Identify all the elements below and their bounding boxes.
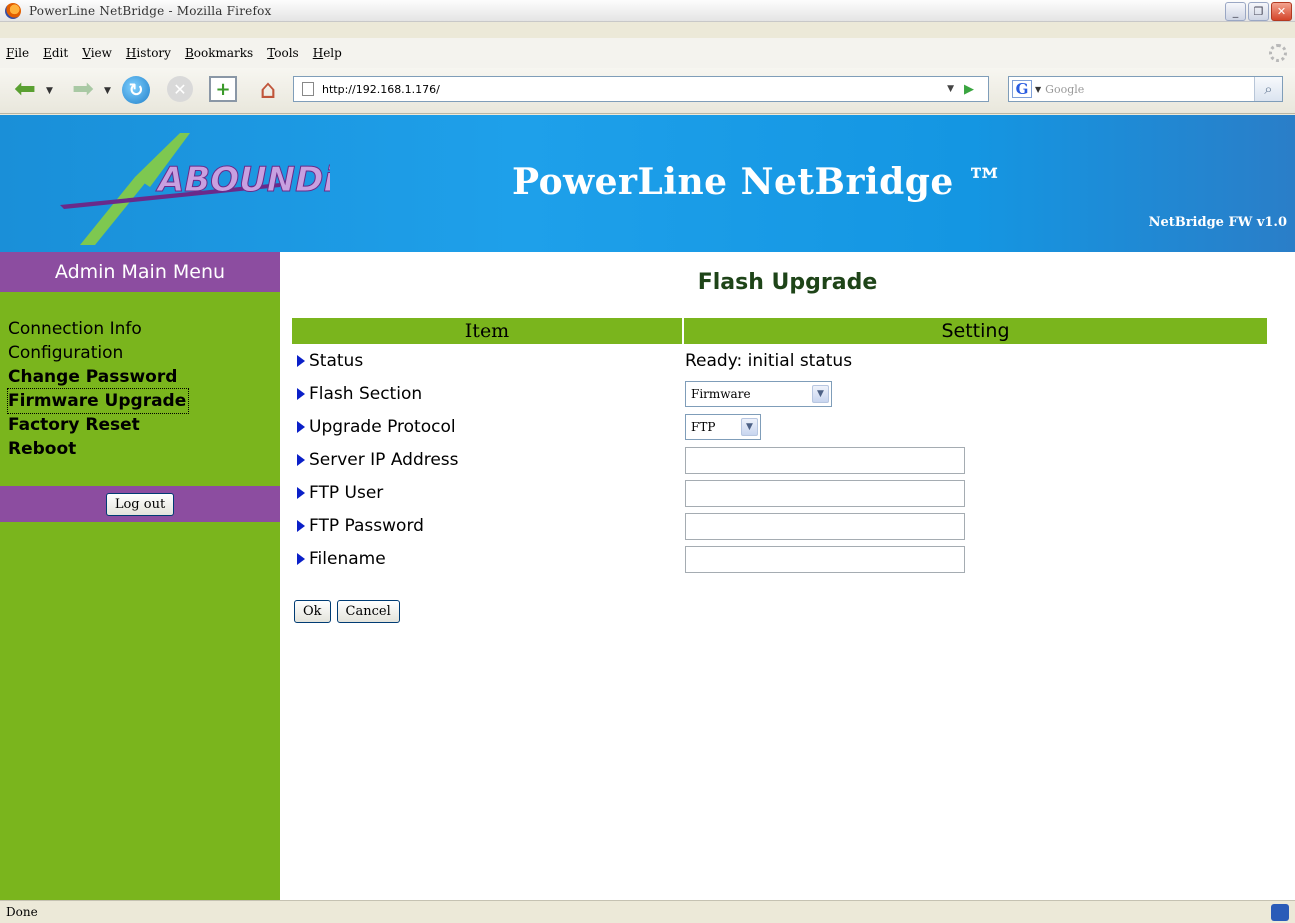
chevron-down-icon[interactable]: ▼ [812,385,829,403]
menu-bookmarks[interactable]: Bookmarks [185,46,253,60]
row-label-filename: Filename [309,549,386,569]
column-header-setting: Setting [684,318,1267,344]
table-header: Item Setting [292,318,1267,344]
column-header-item: Item [292,318,682,344]
window-title: PowerLine NetBridge - Mozilla Firefox [29,3,272,18]
back-dropdown-icon[interactable]: ▼ [46,86,53,96]
ftp-password-input[interactable] [685,513,965,540]
server-ip-input[interactable] [685,447,965,474]
page-banner: ABOUNDi PowerLine NetBridge ™ NetBridge … [0,115,1295,252]
window-controls: _ ❐ ✕ [1225,2,1292,21]
table-row: Upgrade Protocol FTP ▼ [295,414,1275,447]
throbber-icon [1269,44,1287,62]
bullet-arrow-icon [297,421,305,433]
bullet-arrow-icon [297,454,305,466]
page-title: Flash Upgrade [697,270,878,295]
menu-tools[interactable]: Tools [267,46,299,60]
home-icon[interactable]: ⌂ [253,75,283,105]
sidebar-item-factory-reset[interactable]: Factory Reset [8,413,188,437]
flash-section-value: Firmware [691,387,751,401]
admin-sidebar: Admin Main Menu Connection Info Configur… [0,252,280,900]
upgrade-protocol-select[interactable]: FTP ▼ [685,414,761,440]
sidebar-item-change-password[interactable]: Change Password [8,365,188,389]
minimize-button[interactable]: _ [1225,2,1246,21]
menu-help[interactable]: Help [313,46,342,60]
go-icon[interactable]: ▶ [964,82,978,97]
flash-section-select[interactable]: Firmware ▼ [685,381,832,407]
svg-text:ABOUNDi: ABOUNDi [155,160,330,200]
ftp-user-input[interactable] [685,480,965,507]
search-placeholder[interactable]: Google [1045,83,1084,96]
new-tab-icon[interactable]: + [209,76,237,102]
sidebar-menu: Connection Info Configuration Change Pas… [6,317,190,461]
ok-button[interactable]: Ok [294,600,331,623]
bullet-arrow-icon [297,553,305,565]
search-box[interactable]: G ▼ Google ⌕ [1008,76,1283,102]
filename-input[interactable] [685,546,965,573]
menu-edit[interactable]: Edit [43,46,68,60]
row-label-server-ip: Server IP Address [309,450,459,470]
url-bar[interactable]: http://192.168.1.176/ ▼ ▶ [293,76,989,102]
logout-button[interactable]: Log out [105,492,175,516]
window-titlebar: PowerLine NetBridge - Mozilla Firefox _ … [0,0,1295,22]
status-text: Done [6,905,38,919]
bullet-arrow-icon [297,355,305,367]
page-icon [302,82,314,96]
abounding-logo: ABOUNDi [60,133,330,245]
row-label-ftp-password: FTP Password [309,516,424,536]
reload-icon[interactable]: ↻ [122,76,150,104]
sidebar-item-configuration[interactable]: Configuration [8,341,188,365]
browser-status-bar: Done [0,900,1295,923]
sidebar-item-reboot[interactable]: Reboot [8,437,188,461]
navigation-toolbar: ⬅ ▼ ➡ ▼ ↻ ✕ + ⌂ http://192.168.1.176/ ▼ … [0,68,1295,114]
row-label-flash-section: Flash Section [309,384,423,404]
chevron-down-icon[interactable]: ▼ [741,418,758,436]
url-dropdown-icon[interactable]: ▼ [947,84,954,94]
sidebar-item-connection-info[interactable]: Connection Info [8,317,188,341]
back-icon[interactable]: ⬅ [10,74,40,104]
firmware-version: NetBridge FW v1.0 [1148,215,1287,230]
google-icon[interactable]: G [1012,80,1032,98]
search-engine-dropdown-icon[interactable]: ▼ [1035,85,1041,94]
form-actions: Ok Cancel [294,600,400,623]
banner-title: PowerLine NetBridge ™ [512,161,1004,203]
menu-view[interactable]: View [82,46,112,60]
main-content: Flash Upgrade Item Setting Status Ready:… [280,252,1295,900]
bullet-arrow-icon [297,520,305,532]
forward-icon[interactable]: ➡ [68,74,98,104]
sidebar-header: Admin Main Menu [0,252,280,292]
maximize-button[interactable]: ❐ [1248,2,1269,21]
firefox-icon [5,2,21,19]
menu-file[interactable]: File [6,46,29,60]
table-row: Server IP Address [295,447,1275,480]
search-icon[interactable]: ⌕ [1254,77,1282,101]
table-row: FTP User [295,480,1275,513]
row-label-ftp-user: FTP User [309,483,384,503]
menu-items: File Edit View History Bookmarks Tools H… [0,38,356,68]
table-row: Status Ready: initial status [295,348,1275,381]
logout-bar: Log out [0,486,280,522]
upgrade-protocol-value: FTP [691,420,716,434]
row-label-status: Status [309,351,364,371]
menu-history[interactable]: History [126,46,171,60]
settings-table: Status Ready: initial status Flash Secti… [295,348,1275,579]
table-row: Filename [295,546,1275,579]
network-status-icon [1271,904,1289,921]
sidebar-item-firmware-upgrade[interactable]: Firmware Upgrade [6,388,190,414]
table-row: FTP Password [295,513,1275,546]
bullet-arrow-icon [297,487,305,499]
bullet-arrow-icon [297,388,305,400]
row-label-upgrade-protocol: Upgrade Protocol [309,417,456,437]
close-button[interactable]: ✕ [1271,2,1292,21]
stop-icon[interactable]: ✕ [167,76,193,102]
forward-dropdown-icon[interactable]: ▼ [104,86,111,96]
url-text[interactable]: http://192.168.1.176/ [322,83,440,96]
table-row: Flash Section Firmware ▼ [295,381,1275,414]
status-value: Ready: initial status [685,351,853,371]
cancel-button[interactable]: Cancel [336,600,400,623]
